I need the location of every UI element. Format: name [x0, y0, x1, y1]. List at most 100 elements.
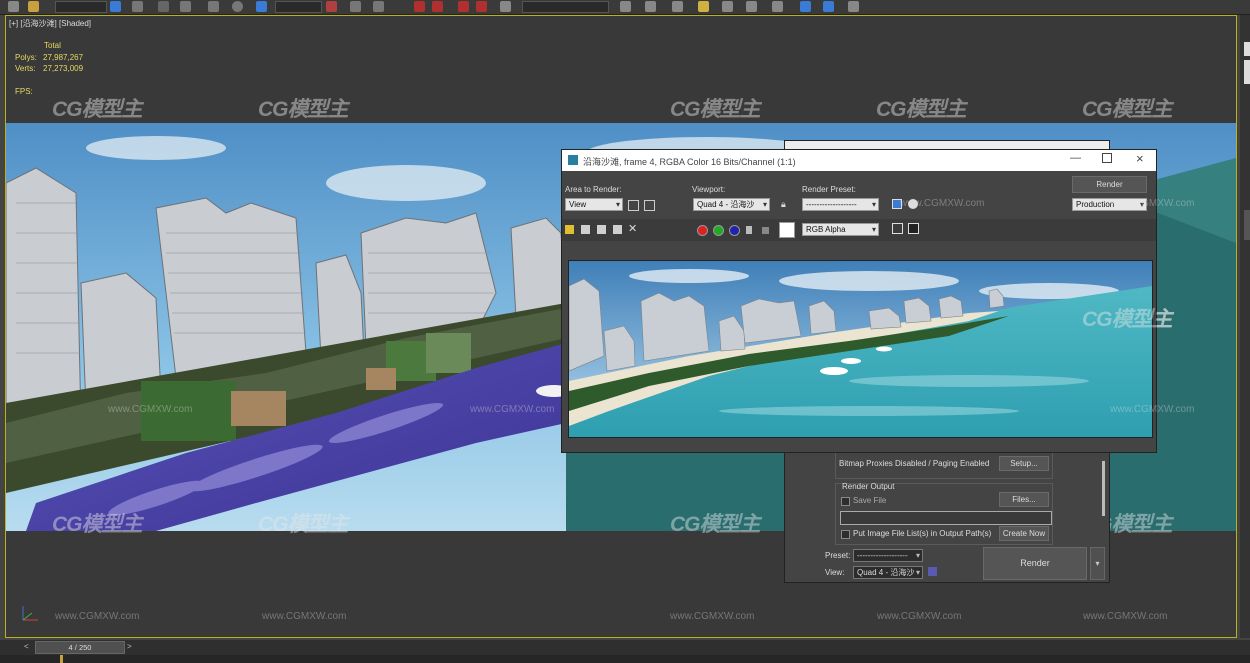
- rendered-frame-window[interactable]: 沿海沙滩, frame 4, RGBA Color 16 Bits/Channe…: [561, 149, 1157, 453]
- material-editor-icon[interactable]: [772, 1, 783, 12]
- scale-icon[interactable]: [256, 1, 267, 12]
- save-file-label: Save File: [853, 496, 887, 505]
- watermark-logo: CG模型主: [1082, 98, 1172, 121]
- render-options-arrow[interactable]: ▾: [1090, 547, 1105, 580]
- lock-view-icon[interactable]: [928, 567, 937, 576]
- reference-coordinate-dropdown[interactable]: [275, 1, 322, 13]
- move-icon[interactable]: [208, 1, 219, 12]
- lock-icon[interactable]: 🔒︎: [781, 199, 786, 210]
- green-channel-toggle[interactable]: [713, 225, 724, 236]
- clear-icon[interactable]: ✕: [628, 222, 637, 235]
- rendered-image[interactable]: [568, 260, 1153, 438]
- layer-explorer-icon[interactable]: [672, 1, 683, 12]
- area-to-render-label: Area to Render:: [565, 185, 622, 194]
- command-panel-edge[interactable]: [1240, 15, 1250, 638]
- watermark-logo: CG模型主: [52, 98, 142, 121]
- viewport-select[interactable]: Quad 4 - 沿海沙: [693, 198, 770, 211]
- stats-total-label: Total: [44, 41, 61, 50]
- pivot-icon[interactable]: [326, 1, 337, 12]
- link-icon[interactable]: [28, 1, 39, 12]
- save-image-icon[interactable]: [565, 225, 574, 234]
- spinner-snap-icon[interactable]: [476, 1, 487, 12]
- display-channel-select[interactable]: RGB Alpha: [802, 223, 879, 236]
- frame-toolbar: ✕ RGB Alpha: [562, 219, 1156, 241]
- files-button[interactable]: Files...: [999, 492, 1049, 507]
- frame-render-button[interactable]: Render: [1072, 176, 1147, 193]
- bitmap-proxies-setup-button[interactable]: Setup...: [999, 456, 1049, 471]
- keyboard-shortcut-icon[interactable]: [373, 1, 384, 12]
- select-object-icon[interactable]: [110, 1, 121, 12]
- prev-frame-icon[interactable]: <: [24, 642, 29, 651]
- render-output-group: Render Output Save File Files... Put Ima…: [835, 482, 1053, 545]
- rotate-icon[interactable]: [232, 1, 243, 12]
- undo-icon[interactable]: [8, 1, 19, 12]
- track-bar[interactable]: [0, 655, 1250, 663]
- render-preset-select[interactable]: -------------------: [802, 198, 879, 211]
- panel-tab[interactable]: [1244, 60, 1250, 84]
- named-selection-icon[interactable]: [500, 1, 511, 12]
- watermark-logo: CG模型主: [258, 513, 348, 536]
- alpha-channel-toggle[interactable]: [746, 226, 752, 234]
- render-button[interactable]: Render: [983, 547, 1087, 580]
- time-slider[interactable]: 4 / 250: [35, 641, 125, 654]
- window-crossing-icon[interactable]: [180, 1, 191, 12]
- stats-polys-value: 27,987,267: [43, 52, 84, 62]
- frame-window-titlebar[interactable]: 沿海沙滩, frame 4, RGBA Color 16 Bits/Channe…: [562, 150, 1156, 171]
- panel-tab[interactable]: [1244, 210, 1250, 240]
- bitmap-proxies-group: Bitmap Proxies Disabled / Paging Enabled…: [835, 451, 1053, 479]
- viewport-label[interactable]: [+] [沿海沙滩] [Shaded]: [9, 18, 91, 29]
- frame-window-title: 沿海沙滩, frame 4, RGBA Color 16 Bits/Channe…: [583, 157, 796, 167]
- mirror-icon[interactable]: [620, 1, 631, 12]
- curve-editor-icon[interactable]: [722, 1, 733, 12]
- render-setup-icon[interactable]: [800, 1, 811, 12]
- snap-toggle-icon[interactable]: [414, 1, 425, 12]
- toggle-overlay-icon[interactable]: [908, 223, 919, 234]
- preset-label: Preset:: [825, 551, 851, 560]
- render-preset-label: Render Preset:: [802, 185, 856, 194]
- named-selection-dropdown[interactable]: [522, 1, 609, 13]
- auto-region-icon[interactable]: [644, 200, 655, 211]
- color-swatch[interactable]: [779, 222, 795, 238]
- preset-select[interactable]: -------------------: [853, 549, 923, 562]
- copy-image-icon[interactable]: [581, 225, 590, 234]
- select-manipulate-icon[interactable]: [350, 1, 361, 12]
- next-frame-icon[interactable]: >: [127, 642, 132, 651]
- rect-selection-icon[interactable]: [158, 1, 169, 12]
- toggle-ribbon-icon[interactable]: [698, 1, 709, 12]
- clone-window-icon[interactable]: [597, 225, 606, 234]
- create-now-button[interactable]: Create Now: [999, 526, 1049, 541]
- dialog-scrollbar[interactable]: [1102, 461, 1105, 516]
- view-label: View:: [825, 568, 845, 577]
- minimize-icon[interactable]: —: [1070, 152, 1081, 164]
- monochrome-toggle[interactable]: [762, 227, 769, 234]
- align-icon[interactable]: [645, 1, 656, 12]
- angle-snap-icon[interactable]: [432, 1, 443, 12]
- render-production-icon[interactable]: [848, 1, 859, 12]
- schematic-view-icon[interactable]: [746, 1, 757, 12]
- bitmap-proxies-text: Bitmap Proxies Disabled / Paging Enabled: [839, 459, 990, 468]
- blue-channel-toggle[interactable]: [729, 225, 740, 236]
- watermark-url: www.CGMXW.com: [108, 404, 193, 415]
- edit-region-icon[interactable]: [628, 200, 639, 211]
- print-icon[interactable]: [613, 225, 622, 234]
- viewport-statistics: Total Polys: 27,987,267 Verts: 27,273,009 …: [15, 40, 83, 97]
- output-path-field[interactable]: [840, 511, 1052, 525]
- stats-verts-value: 27,273,009: [43, 64, 84, 73]
- watermark-url: www.CGMXW.com: [1110, 404, 1195, 415]
- put-image-list-checkbox[interactable]: [841, 530, 850, 539]
- close-icon[interactable]: ×: [1136, 151, 1144, 166]
- percent-snap-icon[interactable]: [458, 1, 469, 12]
- red-channel-toggle[interactable]: [697, 225, 708, 236]
- view-select[interactable]: Quad 4 - 沿海沙: [853, 566, 923, 579]
- maximize-icon[interactable]: [1102, 153, 1112, 163]
- 3dsmax-logo-icon: [568, 155, 578, 165]
- area-to-render-select[interactable]: View: [565, 198, 623, 211]
- axis-tripod-icon: [22, 606, 38, 621]
- save-file-checkbox[interactable]: [841, 497, 850, 506]
- watermark-url: www.CGMXW.com: [470, 404, 555, 415]
- select-by-name-icon[interactable]: [132, 1, 143, 12]
- toggle-ui-icon[interactable]: [892, 223, 903, 234]
- rendered-frame-window-icon[interactable]: [823, 1, 834, 12]
- panel-tab[interactable]: [1244, 42, 1250, 56]
- selection-filter-dropdown[interactable]: [55, 1, 107, 13]
